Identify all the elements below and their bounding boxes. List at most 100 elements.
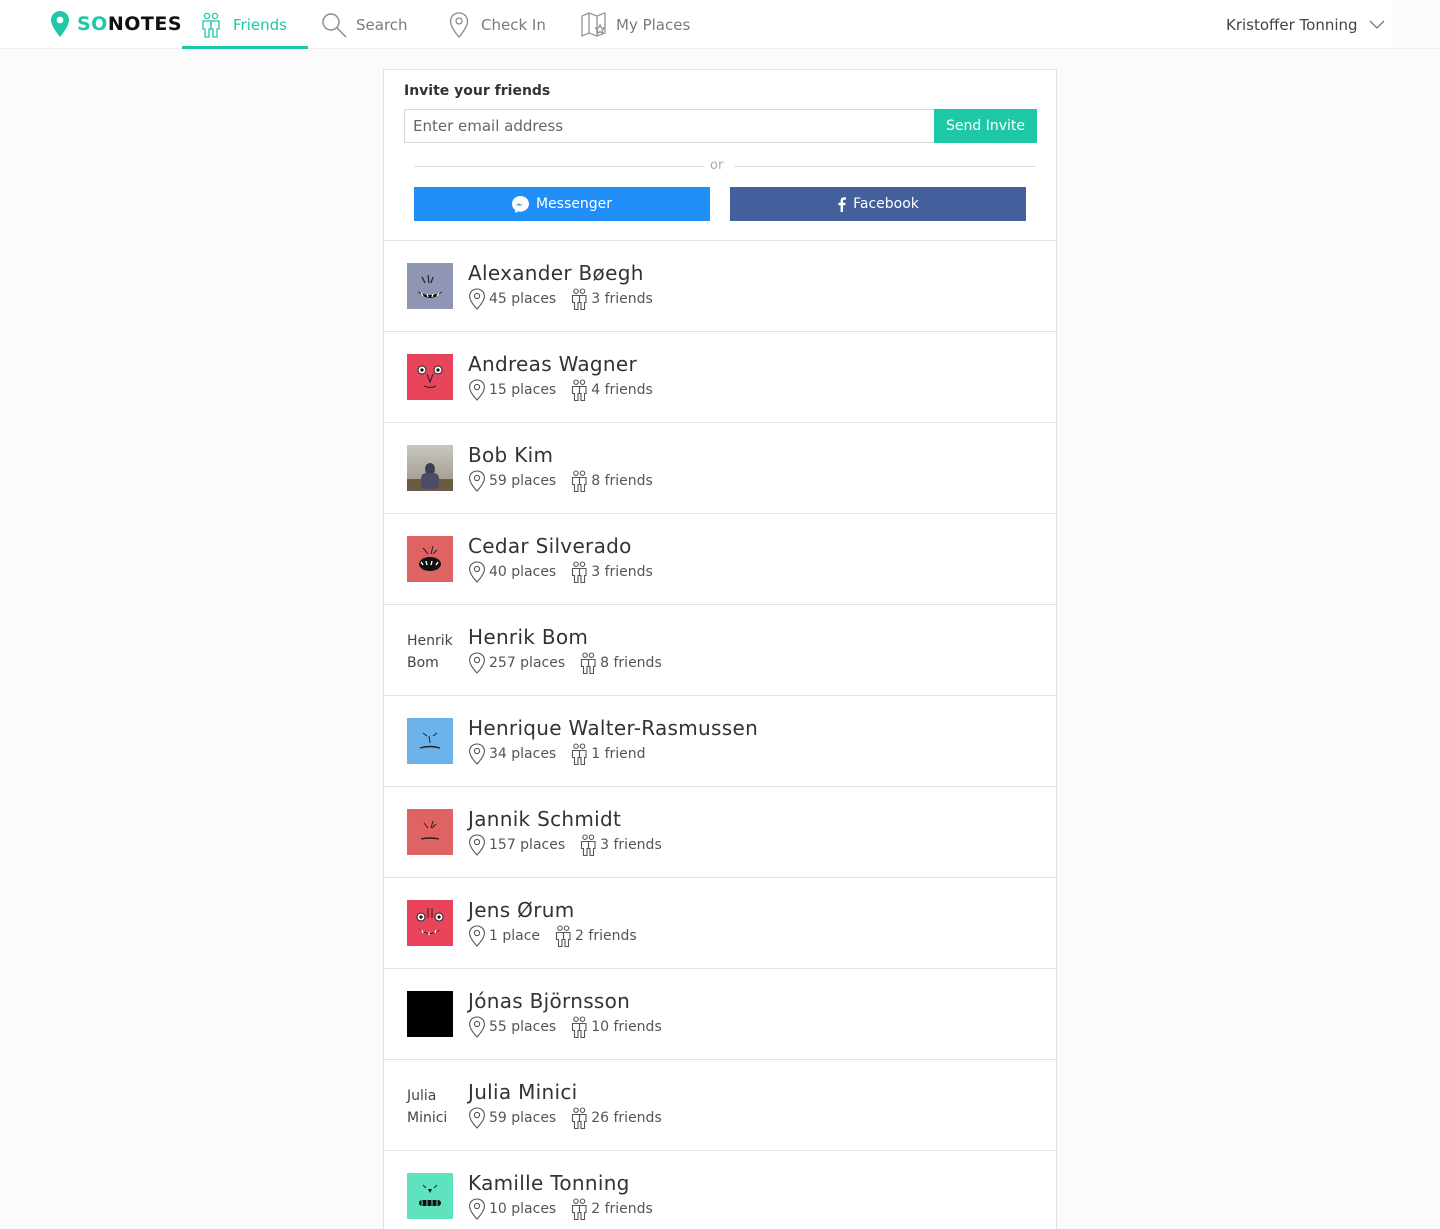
friends-count: 4 friends bbox=[591, 382, 653, 398]
friends-count: 3 friends bbox=[591, 291, 653, 307]
friends-count: 1 friend bbox=[591, 746, 646, 762]
location-pin-icon bbox=[468, 743, 486, 765]
friends-count: 2 friends bbox=[575, 928, 637, 944]
messenger-icon bbox=[511, 195, 529, 213]
avatar[interactable] bbox=[407, 991, 453, 1037]
avatar[interactable] bbox=[407, 354, 453, 400]
friend-name[interactable]: Henrik Bom bbox=[468, 625, 588, 649]
friend-name[interactable]: Alexander Bøegh bbox=[468, 261, 644, 285]
avatar[interactable] bbox=[407, 900, 453, 946]
nav-label-my-places: My Places bbox=[616, 15, 691, 34]
friend-row[interactable]: Andreas Wagner 15 places 4 friends bbox=[384, 332, 1056, 423]
avatar-alt-text[interactable]: Henrik Bom bbox=[407, 630, 459, 674]
facebook-button[interactable]: Facebook bbox=[730, 187, 1026, 221]
avatar[interactable] bbox=[407, 263, 453, 309]
avatar[interactable] bbox=[407, 718, 453, 764]
places-count: 59 places bbox=[489, 473, 557, 489]
friend-row[interactable]: Cedar Silverado 40 places 3 friends bbox=[384, 514, 1056, 605]
nav-label-friends: Friends bbox=[233, 15, 287, 34]
friends-icon bbox=[570, 561, 588, 583]
location-pin-icon bbox=[468, 1016, 486, 1038]
friend-row[interactable]: Jónas Björnsson 55 places 10 friends bbox=[384, 969, 1056, 1060]
invite-section: Invite your friends Send Invite or Messe… bbox=[384, 70, 1056, 241]
location-pin-icon bbox=[468, 1198, 486, 1220]
avatar[interactable] bbox=[407, 445, 453, 491]
friend-stats: 34 places 1 friend bbox=[468, 743, 646, 765]
friend-stats: 40 places 3 friends bbox=[468, 561, 653, 583]
friends-count: 8 friends bbox=[591, 473, 653, 489]
friend-name[interactable]: Andreas Wagner bbox=[468, 352, 637, 376]
friends-icon bbox=[554, 925, 572, 947]
location-pin-icon bbox=[468, 834, 486, 856]
top-navigation-bar: SONOTES Friends Search Check In My Place… bbox=[0, 0, 1392, 49]
friends-icon bbox=[570, 1016, 588, 1038]
avatar-alt-text[interactable]: Julia Minici bbox=[407, 1085, 459, 1129]
sonotes-logo[interactable]: SONOTES bbox=[51, 11, 182, 37]
avatar[interactable] bbox=[407, 809, 453, 855]
friend-name[interactable]: Jens Ørum bbox=[468, 898, 574, 922]
friend-stats: 1 place 2 friends bbox=[468, 925, 637, 947]
friend-stats: 59 places 26 friends bbox=[468, 1107, 662, 1129]
topbar-edge bbox=[1392, 0, 1440, 49]
friend-row[interactable]: Jannik Schmidt 157 places 3 friends bbox=[384, 787, 1056, 878]
avatar-alt-line: Julia bbox=[407, 1088, 437, 1104]
friend-row[interactable]: Julia Minici Julia Minici 59 places 26 frien… bbox=[384, 1060, 1056, 1151]
friend-row[interactable]: Kamille Tonning 10 places 2 friends bbox=[384, 1151, 1056, 1229]
chevron-down-icon bbox=[1369, 20, 1385, 29]
nav-label-check-in: Check In bbox=[481, 15, 546, 34]
or-divider: or bbox=[414, 158, 1036, 176]
friends-count: 26 friends bbox=[591, 1110, 662, 1126]
avatar-alt-line: Bom bbox=[407, 655, 439, 671]
friend-row[interactable]: Jens Ørum 1 place 2 friends bbox=[384, 878, 1056, 969]
friends-icon bbox=[198, 12, 224, 38]
friends-count: 3 friends bbox=[600, 837, 662, 853]
nav-tab-friends[interactable]: Friends bbox=[182, 0, 308, 49]
friends-icon bbox=[570, 470, 588, 492]
user-menu[interactable]: Kristoffer Tonning bbox=[1226, 0, 1385, 49]
places-count: 15 places bbox=[489, 382, 557, 398]
friends-count: 10 friends bbox=[591, 1019, 662, 1035]
nav-tab-my-places[interactable]: My Places bbox=[581, 0, 690, 49]
friend-stats: 59 places 8 friends bbox=[468, 470, 653, 492]
friend-name[interactable]: Bob Kim bbox=[468, 443, 553, 467]
friend-stats: 157 places 3 friends bbox=[468, 834, 662, 856]
invite-title: Invite your friends bbox=[404, 83, 551, 99]
messenger-button[interactable]: Messenger bbox=[414, 187, 710, 221]
friend-name[interactable]: Cedar Silverado bbox=[468, 534, 632, 558]
location-pin-icon bbox=[468, 561, 486, 583]
friend-name[interactable]: Jannik Schmidt bbox=[468, 807, 621, 831]
user-name: Kristoffer Tonning bbox=[1226, 15, 1358, 34]
divider-line-left bbox=[414, 166, 704, 167]
avatar[interactable] bbox=[407, 1173, 453, 1219]
friend-row[interactable]: Alexander Bøegh 45 places 3 friends bbox=[384, 241, 1056, 332]
friends-icon bbox=[579, 652, 597, 674]
friend-name[interactable]: Kamille Tonning bbox=[468, 1171, 630, 1195]
friend-name[interactable]: Henrique Walter-Rasmussen bbox=[468, 716, 758, 740]
friend-stats: 15 places 4 friends bbox=[468, 379, 653, 401]
friend-name[interactable]: Jónas Björnsson bbox=[468, 989, 630, 1013]
friends-count: 8 friends bbox=[600, 655, 662, 671]
location-pin-icon bbox=[468, 652, 486, 674]
nav-label-search: Search bbox=[356, 15, 408, 34]
avatar-alt-line: Henrik bbox=[407, 633, 453, 649]
friend-row[interactable]: Henrique Walter-Rasmussen 34 places 1 frie… bbox=[384, 696, 1056, 787]
places-count: 40 places bbox=[489, 564, 557, 580]
friends-icon bbox=[570, 1198, 588, 1220]
nav-tab-check-in[interactable]: Check In bbox=[446, 0, 546, 49]
avatar[interactable] bbox=[407, 536, 453, 582]
nav-tab-search[interactable]: Search bbox=[321, 0, 408, 49]
friends-icon bbox=[570, 743, 588, 765]
friend-stats: 10 places 2 friends bbox=[468, 1198, 653, 1220]
friend-row[interactable]: Bob Kim 59 places 8 friends bbox=[384, 423, 1056, 514]
send-invite-button[interactable]: Send Invite bbox=[934, 109, 1037, 143]
facebook-label: Facebook bbox=[853, 196, 919, 212]
friends-card: Invite your friends Send Invite or Messe… bbox=[383, 69, 1057, 1229]
friend-name[interactable]: Julia Minici bbox=[468, 1080, 578, 1104]
email-input[interactable] bbox=[404, 109, 935, 143]
location-pin-icon bbox=[468, 379, 486, 401]
friend-row[interactable]: Henrik Bom Henrik Bom 257 places 8 friends bbox=[384, 605, 1056, 696]
places-count: 55 places bbox=[489, 1019, 557, 1035]
avatar-alt-line: Minici bbox=[407, 1110, 448, 1126]
friends-count: 2 friends bbox=[591, 1201, 653, 1217]
friends-icon bbox=[570, 288, 588, 310]
